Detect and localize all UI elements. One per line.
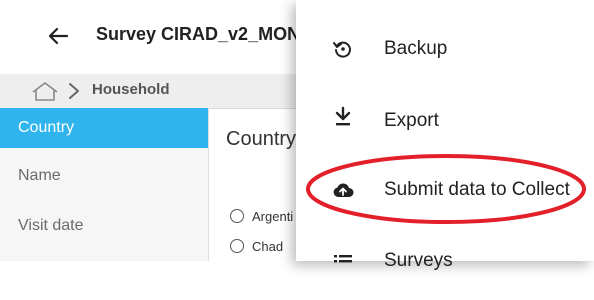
menu-item-label: Surveys <box>384 250 453 271</box>
menu-item-label: Submit data to Collect <box>384 179 570 200</box>
overflow-menu: Backup Export Submit data to Collect Sur… <box>296 0 594 271</box>
chevron-right-icon <box>67 80 81 102</box>
menu-item-label: Backup <box>384 38 448 59</box>
menu-item-submit[interactable]: Submit data to Collect <box>296 155 594 225</box>
sidebar-item-visit-date[interactable]: Visit date <box>0 206 208 246</box>
arrow-left-icon[interactable] <box>44 22 72 50</box>
radio-label: Argenti <box>252 208 294 224</box>
list-icon <box>332 250 354 272</box>
menu-item-label: Export <box>384 110 439 131</box>
menu-item-export[interactable]: Export <box>296 84 594 154</box>
breadcrumb-label[interactable]: Household <box>92 81 170 98</box>
menu-item-backup[interactable]: Backup <box>296 14 594 84</box>
page-title: Survey CIRAD_v2_MON <box>96 24 301 44</box>
sidebar: Country Name Visit date <box>0 108 209 261</box>
section-title: Country <box>226 128 297 150</box>
sidebar-item-country[interactable]: Country <box>0 108 208 148</box>
radio-circle-icon[interactable] <box>230 239 244 253</box>
radio-circle-icon[interactable] <box>230 209 244 223</box>
sidebar-item-name[interactable]: Name <box>0 156 208 196</box>
radio-label: Chad <box>252 238 284 254</box>
backup-restore-icon <box>332 38 354 60</box>
menu-item-surveys[interactable]: Surveys <box>296 230 594 300</box>
download-icon <box>332 106 354 128</box>
home-icon[interactable] <box>30 80 60 102</box>
cloud-upload-icon <box>332 179 354 201</box>
